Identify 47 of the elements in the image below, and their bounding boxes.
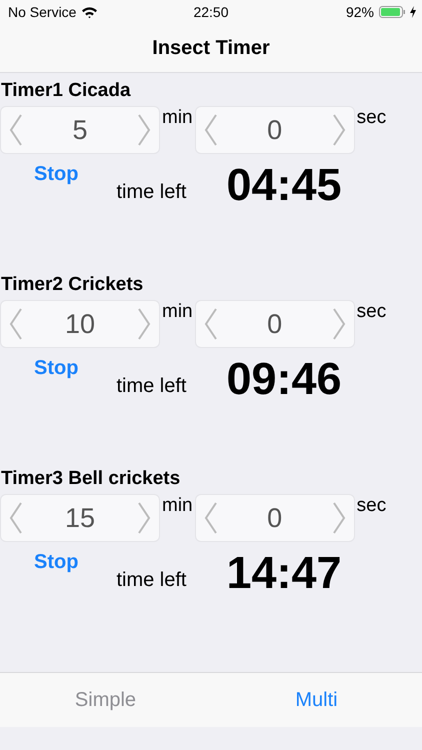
unit-label: min bbox=[162, 107, 193, 129]
countdown-time: 14:47 bbox=[226, 547, 342, 599]
decrement-icon[interactable] bbox=[9, 113, 23, 147]
increment-icon[interactable] bbox=[332, 113, 346, 147]
time-left-label: time left bbox=[116, 568, 186, 592]
time-left-label: time left bbox=[116, 374, 186, 398]
countdown-time: 04:45 bbox=[226, 159, 342, 211]
decrement-icon[interactable] bbox=[9, 307, 23, 341]
increment-icon[interactable] bbox=[332, 307, 346, 341]
stepper-value: 0 bbox=[267, 308, 282, 340]
stepper-value: 0 bbox=[267, 114, 282, 146]
stepper-value: 10 bbox=[64, 308, 96, 340]
increment-icon[interactable] bbox=[137, 113, 151, 147]
wifi-icon bbox=[81, 5, 98, 19]
decrement-icon[interactable] bbox=[9, 501, 23, 535]
screen-title: Insect Timer bbox=[152, 36, 270, 60]
time-left-label: time left bbox=[116, 180, 186, 204]
stepper[interactable]: 0 bbox=[194, 494, 355, 542]
clock-text: 22:50 bbox=[192, 4, 230, 20]
unit-label: sec bbox=[356, 107, 386, 129]
tab[interactable]: Multi bbox=[211, 673, 422, 727]
timer-title: Timer3 Bell crickets bbox=[1, 467, 182, 491]
battery-icon bbox=[379, 6, 405, 18]
charging-icon bbox=[410, 6, 416, 18]
stepper[interactable]: 15 bbox=[0, 494, 160, 542]
unit-label: min bbox=[162, 495, 193, 517]
stepper-value: 15 bbox=[64, 502, 96, 534]
timer-title: Timer2 Crickets bbox=[1, 273, 144, 297]
unit-label: sec bbox=[356, 301, 386, 323]
battery-percent: 92% bbox=[346, 4, 374, 20]
increment-icon[interactable] bbox=[136, 501, 151, 535]
decrement-icon[interactable] bbox=[204, 113, 218, 147]
stepper[interactable]: 0 bbox=[194, 300, 355, 348]
unit-label: sec bbox=[356, 495, 386, 517]
stepper[interactable]: 5 bbox=[0, 106, 160, 154]
timer-title: Timer1 Cicada bbox=[1, 79, 132, 103]
increment-icon[interactable] bbox=[332, 501, 346, 535]
stepper[interactable]: 10 bbox=[0, 300, 160, 348]
decrement-icon[interactable] bbox=[204, 307, 218, 341]
carrier-text: No Service bbox=[8, 4, 76, 20]
decrement-icon[interactable] bbox=[204, 501, 218, 535]
unit-label: min bbox=[162, 301, 193, 323]
stepper-value: 5 bbox=[72, 114, 88, 146]
increment-icon[interactable] bbox=[136, 307, 151, 341]
countdown-time: 09:46 bbox=[226, 353, 342, 405]
stepper-value: 0 bbox=[267, 502, 282, 534]
stepper[interactable]: 0 bbox=[194, 106, 355, 154]
